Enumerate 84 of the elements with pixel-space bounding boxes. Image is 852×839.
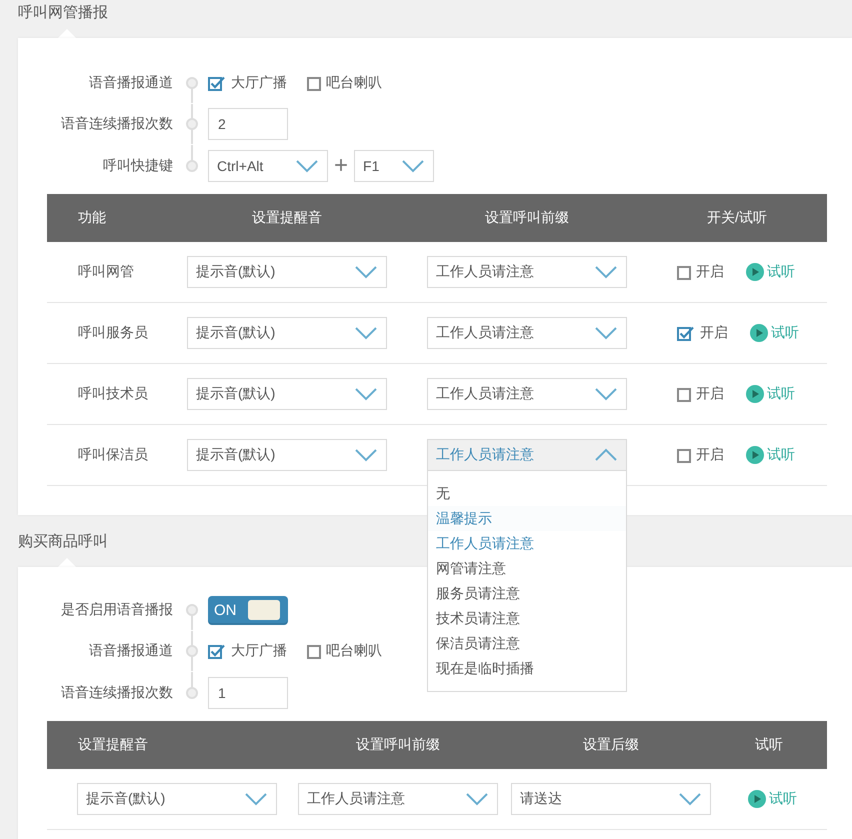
chevron-down-icon — [594, 265, 618, 279]
field-label: 语音连续播报次数 — [60, 115, 173, 133]
checkbox-checked-icon — [677, 326, 695, 340]
timeline-dot — [186, 160, 198, 172]
checkbox-icon — [677, 264, 691, 280]
dropdown-option[interactable]: 工作人员请注意 — [428, 531, 626, 556]
checkbox-option[interactable]: 吧台喇叭 — [307, 642, 382, 660]
column-header: 设置后缀 — [582, 736, 640, 754]
dropdown[interactable]: 提示音(默认) — [187, 317, 387, 349]
dropdown[interactable]: 提示音(默认) — [187, 256, 387, 288]
chevron-down-icon — [465, 792, 489, 806]
timeline-dot — [186, 118, 198, 130]
dropdown[interactable]: Ctrl+Alt — [208, 150, 328, 182]
dropdown[interactable]: 工作人员请注意 — [427, 378, 627, 410]
table-cell-text: 呼叫网管 — [77, 263, 134, 281]
chevron-down-icon — [678, 792, 702, 806]
dropdown[interactable]: 工作人员请注意 — [427, 256, 627, 288]
chevron-down-icon — [244, 792, 268, 806]
timeline-dot — [186, 604, 198, 616]
table-cell-text: 呼叫技术员 — [77, 385, 148, 403]
input-field[interactable]: 2 — [208, 108, 288, 140]
column-header: 开关/试听 — [707, 209, 767, 227]
dropdown[interactable]: 请送达 — [511, 783, 711, 815]
checkbox-option[interactable]: 开启 — [677, 263, 724, 281]
checkbox-icon — [677, 386, 691, 402]
dropdown-option[interactable]: 技术员请注意 — [428, 606, 626, 631]
timeline-dot — [186, 77, 198, 89]
column-header: 试听 — [755, 736, 783, 754]
column-header: 功能 — [77, 209, 106, 225]
dropdown[interactable]: 工作人员请注意 — [427, 317, 627, 349]
table-cell-text: 呼叫保洁员 — [77, 446, 148, 464]
play-icon — [746, 263, 764, 281]
field-label: 语音播报通道 — [88, 642, 173, 660]
dropdown[interactable]: 工作人员请注意 — [298, 783, 498, 815]
section-title: 购买商品呼叫 — [18, 532, 108, 552]
chevron-down-icon — [354, 326, 378, 340]
dropdown-option[interactable]: 保洁员请注意 — [428, 631, 626, 656]
chevron-down-icon — [594, 387, 618, 401]
checkbox-option[interactable]: 开启 — [677, 446, 724, 464]
chevron-down-icon — [401, 159, 426, 173]
dropdown[interactable]: 提示音(默认) — [187, 439, 387, 471]
column-header: 设置呼叫前缀 — [484, 209, 570, 227]
plus-sign: + — [334, 154, 348, 178]
field-label: 是否启用语音播报 — [60, 601, 173, 619]
dropdown-option[interactable]: 网管请注意 — [428, 556, 626, 581]
timeline-dot — [186, 645, 198, 657]
checkbox-option[interactable]: 开启 — [677, 324, 728, 342]
dropdown-option[interactable]: 服务员请注意 — [428, 581, 626, 606]
column-header: 设置提醒音 — [251, 209, 323, 227]
chevron-down-icon — [295, 159, 319, 173]
field-label: 语音播报通道 — [88, 74, 173, 92]
play-icon — [748, 790, 766, 808]
checkbox-checked-icon — [208, 76, 226, 90]
field-label: 语音连续播报次数 — [60, 684, 173, 702]
checkbox-icon — [307, 644, 321, 658]
checkbox-icon — [677, 448, 691, 462]
play-icon — [750, 324, 768, 342]
input-field[interactable]: 1 — [208, 677, 288, 709]
dropdown[interactable]: F1 — [354, 150, 434, 182]
chevron-down-icon — [594, 326, 618, 340]
timeline-dot — [186, 687, 198, 699]
checkbox-option[interactable]: 大厅广播 — [208, 74, 287, 92]
dropdown[interactable]: 提示音(默认) — [187, 378, 387, 410]
checkbox-option[interactable]: 吧台喇叭 — [307, 74, 382, 92]
dropdown-option[interactable]: 无 — [428, 481, 626, 506]
dropdown-option[interactable]: 现在是临时插播 — [428, 656, 626, 681]
table-cell-text: 呼叫服务员 — [77, 324, 148, 342]
checkbox-checked-icon — [208, 644, 226, 658]
play-icon — [746, 446, 764, 464]
dropdown[interactable]: 提示音(默认) — [77, 783, 277, 815]
chevron-down-icon — [354, 265, 378, 279]
section-title: 呼叫网管播报 — [18, 3, 108, 23]
checkbox-option[interactable]: 开启 — [677, 385, 724, 403]
toggle-switch[interactable]: ON — [208, 596, 288, 624]
checkbox-option[interactable]: 大厅广播 — [208, 642, 287, 660]
chevron-up-icon — [594, 448, 618, 462]
checkbox-icon — [307, 76, 321, 90]
dropdown-option[interactable]: 温馨提示 — [428, 506, 626, 531]
field-label: 呼叫快捷键 — [102, 157, 173, 175]
chevron-down-icon — [354, 448, 378, 462]
column-header: 设置呼叫前缀 — [355, 736, 441, 754]
chevron-down-icon — [354, 387, 378, 401]
play-icon — [746, 385, 764, 403]
column-header: 设置提醒音 — [77, 736, 148, 752]
